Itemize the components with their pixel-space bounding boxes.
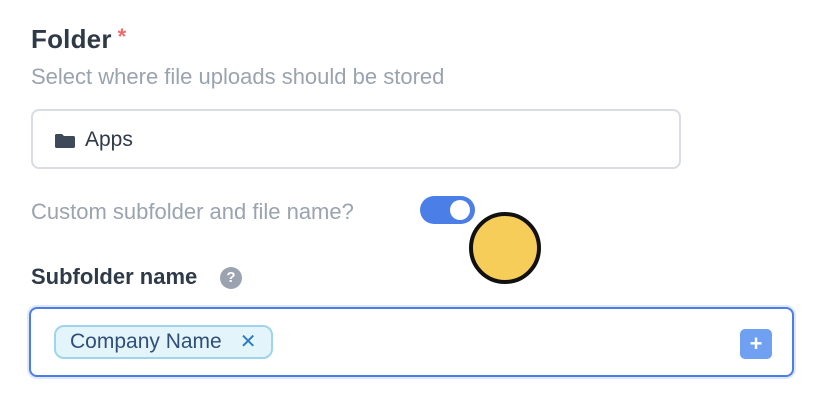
- add-token-button[interactable]: +: [740, 329, 772, 359]
- subfolder-name-input[interactable]: Company Name ✕ +: [29, 307, 794, 377]
- help-icon[interactable]: ?: [220, 267, 242, 289]
- folder-icon: [55, 134, 75, 148]
- folder-selected-value: Apps: [85, 128, 133, 151]
- custom-subfolder-toggle[interactable]: [420, 196, 475, 224]
- file-upload-settings: Folder * Select where file uploads should…: [0, 0, 819, 409]
- subfolder-field-label: Subfolder name: [31, 264, 198, 289]
- required-indicator: *: [117, 24, 127, 49]
- folder-description: Select where file uploads should be stor…: [31, 64, 445, 89]
- folder-select[interactable]: Apps: [31, 109, 681, 169]
- folder-label-text: Folder: [31, 24, 112, 54]
- custom-subfolder-toggle-label: Custom subfolder and file name?: [31, 199, 354, 224]
- cursor-marker: [469, 212, 541, 284]
- toggle-knob: [450, 200, 470, 220]
- remove-token-icon[interactable]: ✕: [240, 332, 257, 352]
- token-label: Company Name: [70, 330, 222, 353]
- company-name-token[interactable]: Company Name ✕: [54, 325, 273, 359]
- folder-field-label: Folder *: [31, 24, 126, 55]
